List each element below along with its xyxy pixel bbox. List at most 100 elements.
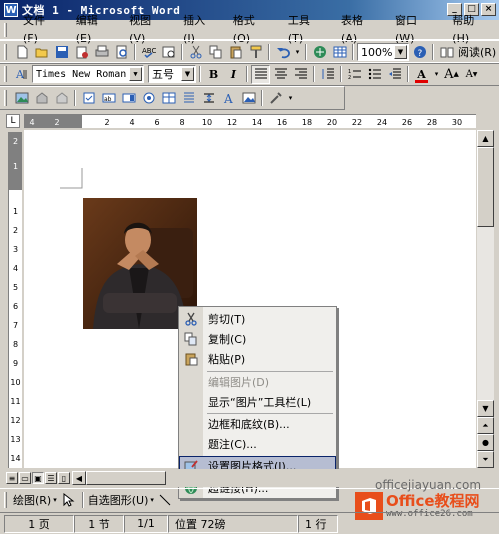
scroll-thumb[interactable] bbox=[477, 147, 494, 227]
svg-text:?: ? bbox=[417, 49, 422, 59]
toolbar-grip[interactable] bbox=[4, 66, 7, 82]
draw-menu-button[interactable]: 绘图(R) bbox=[13, 492, 51, 508]
toolbar-grip[interactable] bbox=[4, 491, 7, 508]
browse-object-button[interactable]: ● bbox=[477, 434, 494, 451]
color-icon[interactable] bbox=[32, 89, 51, 108]
paste-icon bbox=[185, 353, 198, 366]
menu-item-cut[interactable]: 剪切(T) bbox=[179, 309, 336, 329]
autoshapes-menu-button[interactable]: 自选图形(U) bbox=[88, 492, 149, 508]
vertical-ruler[interactable]: 2 1 1 2 3 4 5 6 7 8 9 10 11 12 13 14 bbox=[8, 132, 22, 468]
normal-view-icon[interactable]: ≡ bbox=[6, 472, 18, 484]
outline-view-icon[interactable]: ☰ bbox=[45, 472, 57, 484]
ruler-tick-label: 10 bbox=[202, 118, 212, 127]
font-size-combo[interactable]: 五号 ▼ bbox=[148, 65, 196, 83]
align-center-icon[interactable] bbox=[271, 65, 290, 84]
spelling-icon[interactable]: ABC bbox=[139, 43, 158, 62]
form-frame-icon[interactable] bbox=[179, 89, 198, 108]
new-document-icon[interactable] bbox=[12, 43, 31, 62]
font-name-combo[interactable]: Times New Roman ▼ bbox=[32, 65, 144, 83]
font-color-swatch bbox=[415, 79, 428, 83]
text-wrap-icon[interactable]: A bbox=[219, 89, 238, 108]
horizontal-scroll-thumb[interactable] bbox=[86, 471, 166, 485]
scroll-left-button[interactable]: ◀ bbox=[72, 471, 86, 485]
scroll-down-button[interactable]: ▼ bbox=[477, 400, 494, 417]
toolbar-grip[interactable] bbox=[4, 90, 7, 106]
styles-icon[interactable]: A bbox=[12, 65, 31, 84]
tools-icon[interactable] bbox=[266, 89, 285, 108]
menu-item-edit-picture: 编辑图片(D) bbox=[179, 372, 336, 392]
toolbar-separator bbox=[268, 44, 270, 60]
menu-item-show-picture-toolbar[interactable]: 显示“图片”工具栏(L) bbox=[179, 392, 336, 412]
open-folder-icon[interactable] bbox=[32, 43, 51, 62]
menu-item-paste[interactable]: 粘贴(P) bbox=[179, 349, 336, 369]
ruler-tick-label: 14 bbox=[10, 454, 20, 463]
read-mode-label[interactable]: 阅读(R) bbox=[458, 44, 496, 60]
radio-icon[interactable] bbox=[139, 89, 158, 108]
more-contrast-icon[interactable] bbox=[52, 89, 71, 108]
vertical-scrollbar[interactable]: ▲ ▼ ⏶ ● ⏷ bbox=[477, 130, 494, 468]
ruler-tick-label: 1 bbox=[13, 207, 18, 216]
research-icon[interactable] bbox=[159, 43, 178, 62]
chevron-down-icon[interactable]: ▾ bbox=[53, 496, 57, 504]
copy-icon bbox=[184, 332, 197, 346]
print-icon[interactable] bbox=[92, 43, 111, 62]
toolbar-grip[interactable] bbox=[4, 44, 7, 60]
line-spacing-icon[interactable] bbox=[318, 65, 337, 84]
next-page-button[interactable]: ⏷ bbox=[477, 451, 494, 468]
print-layout-view-icon[interactable]: ▣ bbox=[32, 472, 44, 484]
ruler-row: L 4 2 2 4 6 8 10 12 14 16 18 20 22 24 26 28 30 bbox=[0, 112, 499, 130]
decrease-indent-icon[interactable] bbox=[385, 65, 404, 84]
bold-button[interactable]: B bbox=[204, 65, 223, 84]
font-color-button[interactable]: A bbox=[412, 65, 431, 84]
zoom-combo[interactable]: 100% ▼ bbox=[357, 43, 409, 61]
cut-icon[interactable] bbox=[186, 43, 205, 62]
read-mode-icon[interactable] bbox=[437, 43, 456, 62]
chevron-down-icon[interactable]: ▼ bbox=[394, 45, 407, 59]
combo-field-icon[interactable] bbox=[119, 89, 138, 108]
insert-picture-icon[interactable] bbox=[12, 89, 31, 108]
form-table-icon[interactable] bbox=[159, 89, 178, 108]
menu-item-borders-shading[interactable]: 边框和底纹(B)... bbox=[179, 414, 336, 434]
chevron-down-icon[interactable]: ▾ bbox=[150, 496, 154, 504]
copy-icon[interactable] bbox=[206, 43, 225, 62]
undo-dropdown-icon[interactable]: ▾ bbox=[293, 43, 302, 62]
picture-frame-icon[interactable] bbox=[239, 89, 258, 108]
italic-button[interactable]: I bbox=[224, 65, 243, 84]
paste-icon[interactable] bbox=[226, 43, 245, 62]
toolbar-options-icon[interactable]: ▾ bbox=[286, 89, 295, 108]
menu-item-caption[interactable]: 题注(C)... bbox=[179, 434, 336, 454]
print-preview-icon[interactable] bbox=[112, 43, 131, 62]
shrink-font-button[interactable]: A ▼ bbox=[462, 65, 481, 84]
text-field-icon[interactable]: ab bbox=[99, 89, 118, 108]
align-justify-icon[interactable] bbox=[251, 64, 270, 84]
reading-view-icon[interactable]: ▯ bbox=[58, 472, 70, 484]
checkbox-field-icon[interactable] bbox=[79, 89, 98, 108]
toolbar-separator bbox=[261, 90, 263, 106]
grow-font-button[interactable]: A ▲ bbox=[442, 65, 461, 84]
undo-icon[interactable] bbox=[273, 43, 292, 62]
align-right-icon[interactable] bbox=[291, 65, 310, 84]
svg-text:A: A bbox=[223, 92, 233, 105]
line-tool-icon[interactable] bbox=[156, 490, 175, 509]
horizontal-ruler[interactable]: 4 2 2 4 6 8 10 12 14 16 18 20 22 24 26 28 30 bbox=[24, 114, 476, 128]
format-painter-icon[interactable] bbox=[246, 43, 265, 62]
scroll-up-button[interactable]: ▲ bbox=[477, 130, 494, 147]
distribute-icon[interactable] bbox=[199, 89, 218, 108]
menubar-grip[interactable] bbox=[4, 22, 7, 37]
permission-icon[interactable] bbox=[72, 43, 91, 62]
tab-selector[interactable]: L bbox=[6, 114, 20, 128]
select-objects-icon[interactable] bbox=[59, 490, 78, 509]
chevron-down-icon[interactable]: ▼ bbox=[181, 67, 194, 81]
bullets-icon[interactable] bbox=[365, 65, 384, 84]
chevron-down-icon[interactable]: ▼ bbox=[129, 67, 142, 81]
web-view-icon[interactable]: ▭ bbox=[19, 472, 31, 484]
table-icon[interactable] bbox=[330, 43, 349, 62]
menu-item-copy[interactable]: 复制(C) bbox=[179, 329, 336, 349]
font-color-dropdown-icon[interactable]: ▾ bbox=[432, 65, 441, 84]
previous-page-button[interactable]: ⏶ bbox=[477, 417, 494, 434]
hyperlink-toolbar-icon[interactable] bbox=[310, 43, 329, 62]
help-icon[interactable]: ? bbox=[410, 43, 429, 62]
numbering-icon[interactable]: 12 bbox=[345, 65, 364, 84]
picture-toolbar: ab A ▾ bbox=[0, 86, 345, 110]
save-icon[interactable] bbox=[52, 43, 71, 62]
